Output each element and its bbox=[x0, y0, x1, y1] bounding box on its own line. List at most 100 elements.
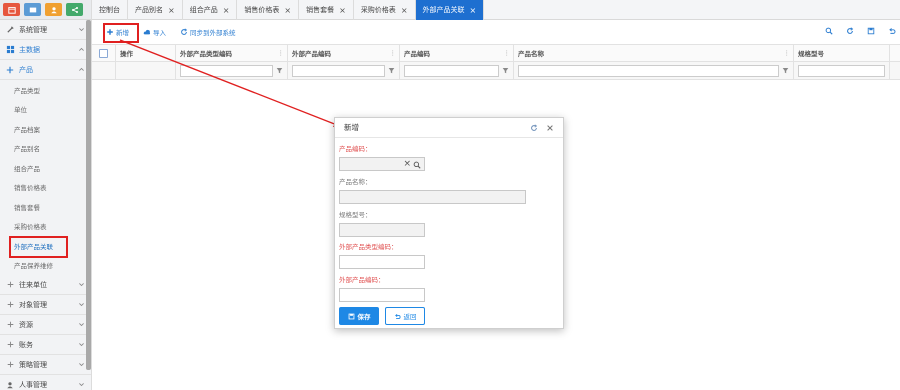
calendar-icon bbox=[7, 6, 16, 14]
sidebar-menu-label: 主数据 bbox=[19, 45, 40, 54]
external-type-code-input[interactable] bbox=[339, 255, 425, 269]
column-header[interactable]: 外部产品编码 ⋮ bbox=[288, 45, 400, 61]
undo-icon[interactable] bbox=[888, 27, 896, 35]
refresh-icon[interactable] bbox=[530, 123, 538, 132]
filter-input[interactable] bbox=[180, 64, 273, 77]
filter-input[interactable] bbox=[292, 64, 385, 77]
sync-button[interactable]: 同步到外部系统 bbox=[180, 27, 236, 37]
undo-icon bbox=[394, 313, 400, 319]
column-header[interactable]: 产品名称 ⋮ bbox=[514, 45, 794, 61]
column-menu-icon[interactable]: ⋮ bbox=[504, 49, 511, 57]
tab-sales-price[interactable]: 销售价格表 × bbox=[237, 0, 300, 20]
sidebar-menu-resources[interactable]: 资源 bbox=[0, 315, 91, 335]
sidebar-item-sales-price[interactable]: 销售价格表 bbox=[0, 178, 91, 198]
sidebar-item-purchase-price[interactable]: 采购价格表 bbox=[0, 217, 91, 237]
refresh-icon[interactable] bbox=[846, 27, 854, 35]
sidebar-item-product-file[interactable]: 产品档案 bbox=[0, 119, 91, 139]
field-label: 外部产品类型编码： bbox=[339, 243, 398, 251]
user-button[interactable] bbox=[45, 3, 62, 16]
sidebar-menu-label: 账务 bbox=[19, 340, 33, 349]
search-icon[interactable] bbox=[825, 27, 833, 35]
tab-purchase-price[interactable]: 采购价格表 × bbox=[354, 0, 416, 20]
sidebar-menu-label: 对象管理 bbox=[19, 300, 47, 309]
sidebar-menu-accounts[interactable]: 账务 bbox=[0, 335, 91, 355]
filter-input[interactable] bbox=[404, 64, 499, 77]
plus-icon bbox=[5, 280, 15, 290]
back-button-label: 返回 bbox=[403, 313, 417, 321]
filter-icon[interactable] bbox=[782, 67, 789, 74]
close-icon[interactable]: × bbox=[401, 6, 408, 15]
save-button[interactable]: 保存 bbox=[339, 307, 379, 325]
column-header[interactable]: 产品编码 ⋮ bbox=[400, 45, 514, 61]
filter-cell bbox=[116, 62, 176, 79]
sidebar-menu-system[interactable]: 系统管理 bbox=[0, 20, 91, 40]
filter-icon[interactable] bbox=[388, 67, 395, 74]
column-header[interactable]: 外部产品类型编码 ⋮ bbox=[176, 45, 288, 61]
filter-icon[interactable] bbox=[502, 67, 509, 74]
chevron-down-icon bbox=[79, 303, 84, 307]
save-icon bbox=[348, 313, 354, 319]
highlight-box bbox=[9, 236, 68, 258]
sidebar-scrollbar[interactable] bbox=[86, 20, 91, 370]
column-header[interactable]: 规格型号 bbox=[794, 45, 890, 61]
share-button[interactable] bbox=[66, 3, 83, 16]
close-icon[interactable]: × bbox=[168, 6, 175, 15]
sidebar-menu-objects[interactable]: 对象管理 bbox=[0, 295, 91, 315]
import-button[interactable]: 导入 bbox=[143, 27, 166, 37]
checkbox[interactable] bbox=[99, 48, 108, 58]
filter-cell bbox=[92, 62, 116, 79]
column-menu-icon[interactable]: ⋮ bbox=[278, 49, 285, 57]
tab-external-product[interactable]: 外部产品关联 × bbox=[415, 0, 485, 20]
sidebar-menu-partners[interactable]: 往来单位 bbox=[0, 275, 91, 295]
select-all-checkbox[interactable] bbox=[92, 45, 116, 61]
sidebar-menu-hr[interactable]: 人事管理 bbox=[0, 375, 91, 390]
import-button-label: 导入 bbox=[153, 29, 166, 37]
search-icon[interactable] bbox=[413, 161, 421, 169]
clear-icon[interactable]: × bbox=[403, 159, 411, 169]
sync-button-label: 同步到外部系统 bbox=[190, 29, 236, 37]
close-icon[interactable]: × bbox=[284, 6, 291, 15]
close-icon[interactable]: × bbox=[470, 6, 477, 15]
tab-sales-package[interactable]: 销售套餐 × bbox=[299, 0, 354, 20]
sidebar-menu-policy[interactable]: 策略管理 bbox=[0, 355, 91, 375]
filter-cell bbox=[400, 62, 514, 79]
sidebar-item-product-maintenance[interactable]: 产品保养维修 bbox=[0, 256, 91, 276]
product-code-input[interactable]: × bbox=[339, 157, 425, 171]
plus-icon bbox=[5, 300, 15, 310]
back-button[interactable]: 返回 bbox=[385, 307, 425, 325]
save-icon[interactable] bbox=[867, 27, 875, 35]
chevron-up-icon bbox=[79, 47, 84, 51]
column-menu-icon[interactable]: ⋮ bbox=[390, 49, 397, 57]
sidebar-menu-master-data[interactable]: 主数据 bbox=[0, 40, 91, 60]
calendar-button[interactable] bbox=[3, 3, 20, 16]
sidebar-item-product-alias[interactable]: 产品别名 bbox=[0, 139, 91, 159]
filter-input[interactable] bbox=[798, 64, 885, 77]
tab-label: 外部产品关联 bbox=[422, 6, 465, 14]
grid-header: 操作 外部产品类型编码 ⋮ 外部产品编码 ⋮ 产品编码 ⋮ 产品名称 ⋮ 规格型号 bbox=[92, 44, 900, 62]
close-icon[interactable]: × bbox=[223, 6, 230, 15]
product-name-input[interactable] bbox=[339, 190, 526, 204]
column-header-label: 产品编码 bbox=[404, 50, 430, 58]
tab-combo-product[interactable]: 组合产品 × bbox=[183, 0, 238, 20]
field-product-code: 产品编码： × bbox=[339, 143, 425, 171]
sidebar-item-product-type[interactable]: 产品类型 bbox=[0, 80, 91, 100]
data-grid: 操作 外部产品类型编码 ⋮ 外部产品编码 ⋮ 产品编码 ⋮ 产品名称 ⋮ 规格型号 bbox=[92, 44, 900, 80]
tab-product-alias[interactable]: 产品别名 × bbox=[128, 0, 183, 20]
sidebar-item-unit[interactable]: 单位 bbox=[0, 100, 91, 120]
sidebar-item-combo-product[interactable]: 组合产品 bbox=[0, 158, 91, 178]
filter-cell bbox=[288, 62, 400, 79]
close-icon[interactable] bbox=[546, 124, 554, 132]
column-header[interactable]: 操作 bbox=[116, 45, 176, 61]
spec-model-input[interactable] bbox=[339, 223, 425, 237]
sidebar-menu-product[interactable]: 产品 bbox=[0, 60, 91, 80]
field-label: 规格型号： bbox=[339, 211, 372, 219]
close-icon[interactable]: × bbox=[339, 6, 346, 15]
column-menu-icon[interactable]: ⋮ bbox=[784, 49, 791, 57]
message-button[interactable] bbox=[24, 3, 41, 16]
external-product-code-input[interactable] bbox=[339, 288, 425, 302]
filter-icon[interactable] bbox=[276, 67, 283, 74]
chevron-down-icon bbox=[79, 283, 84, 287]
sidebar-item-sales-package[interactable]: 销售套餐 bbox=[0, 197, 91, 217]
tab-console[interactable]: 控制台 bbox=[92, 0, 128, 20]
filter-input[interactable] bbox=[518, 64, 779, 77]
